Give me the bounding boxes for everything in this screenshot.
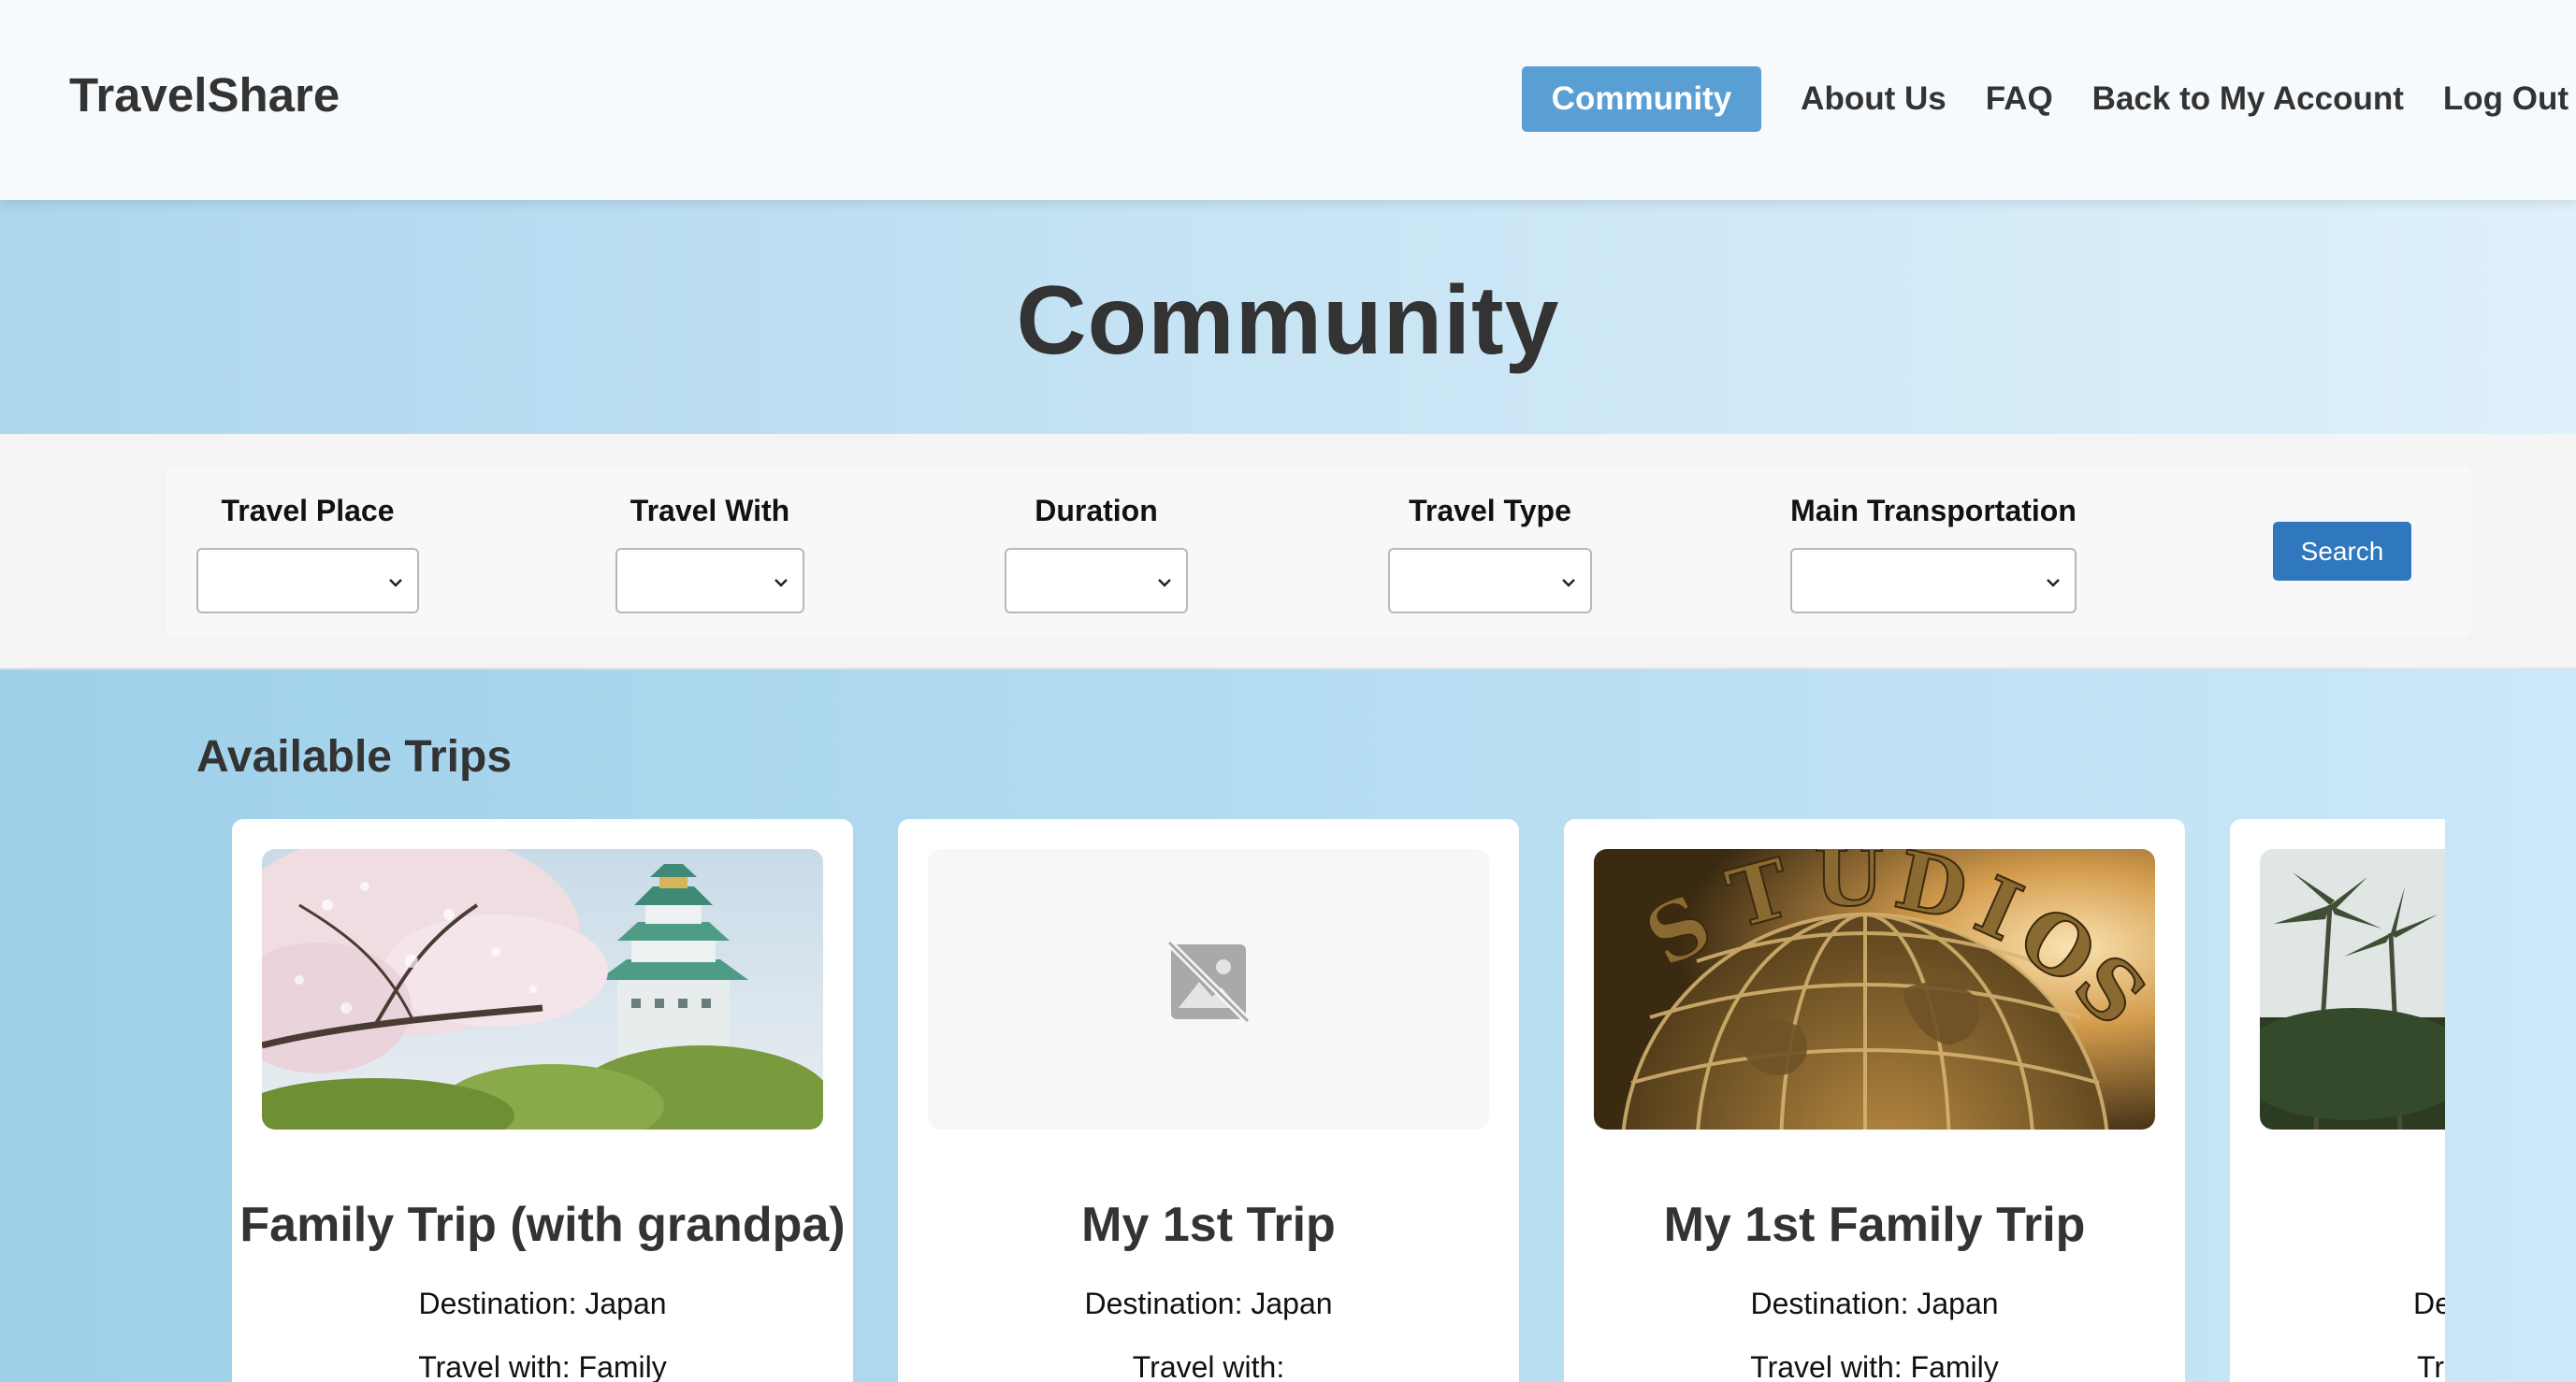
trip-title: Family Trip (with grandpa) bbox=[239, 1198, 846, 1252]
nav-back-to-account[interactable]: Back to My Account bbox=[2092, 80, 2404, 118]
filter-label-duration: Duration bbox=[1035, 494, 1158, 527]
section-title: Available Trips bbox=[196, 732, 513, 782]
search-button[interactable]: Search bbox=[2273, 522, 2411, 581]
filter-label-travel-type: Travel Type bbox=[1409, 494, 1571, 527]
chevron-down-icon bbox=[2047, 579, 2060, 587]
chevron-down-icon bbox=[389, 579, 402, 587]
trip-card[interactable]: Family Trip (with grandpa) Destination: … bbox=[232, 819, 853, 1382]
trip-destination: Destination: Japan bbox=[418, 1287, 667, 1320]
nav-faq[interactable]: FAQ bbox=[1986, 80, 2053, 118]
filter-travel-with: Travel With bbox=[615, 492, 804, 613]
trip-travel-with: Tr bbox=[2417, 1350, 2445, 1382]
filter-main-transportation: Main Transportation bbox=[1790, 492, 2077, 613]
hero-banner: Community bbox=[0, 200, 2576, 434]
duration-select[interactable] bbox=[1005, 548, 1188, 613]
chevron-down-icon bbox=[1158, 579, 1171, 587]
filter-bar: Travel Place Travel With Duration Travel… bbox=[0, 434, 2576, 669]
main-transportation-select[interactable] bbox=[1790, 548, 2077, 613]
image-placeholder bbox=[928, 849, 1489, 1130]
trip-travel-with: Travel with: bbox=[1132, 1350, 1285, 1382]
filter-duration: Duration bbox=[1005, 492, 1188, 613]
trip-image bbox=[928, 849, 1489, 1130]
palm-trees-image bbox=[2260, 849, 2445, 1130]
trip-image bbox=[2260, 849, 2445, 1130]
nav-log-out[interactable]: Log Out bbox=[2443, 80, 2569, 118]
page-title: Community bbox=[1016, 266, 1560, 375]
trip-destination: Destination: Japan bbox=[1750, 1287, 1999, 1320]
filter-panel bbox=[166, 466, 2471, 638]
trip-travel-with: Travel with: Family bbox=[1750, 1350, 1999, 1382]
travel-place-select[interactable] bbox=[196, 548, 419, 613]
trip-image bbox=[262, 849, 823, 1130]
image-placeholder-icon bbox=[1166, 940, 1251, 1024]
trip-image: S T U D I O S bbox=[1594, 849, 2155, 1130]
nav-community[interactable]: Community bbox=[1521, 66, 1762, 132]
chevron-down-icon bbox=[774, 579, 788, 587]
filter-label-travel-with: Travel With bbox=[630, 494, 790, 527]
svg-text:U: U bbox=[1814, 849, 1884, 925]
nav-about-us[interactable]: About Us bbox=[1801, 80, 1946, 118]
trip-title: My 1st Trip bbox=[1081, 1198, 1336, 1252]
trip-cards: Family Trip (with grandpa) Destination: … bbox=[232, 819, 2445, 1382]
filter-label-travel-place: Travel Place bbox=[221, 494, 395, 527]
trip-travel-with: Travel with: Family bbox=[418, 1350, 667, 1382]
main-nav: Community About Us FAQ Back to My Accoun… bbox=[1521, 66, 2576, 132]
trip-card[interactable]: My 1st Trip Destination: Japan Travel wi… bbox=[898, 819, 1519, 1382]
trip-destination: De bbox=[2413, 1287, 2445, 1320]
site-header: TravelShare Community About Us FAQ Back … bbox=[0, 0, 2576, 200]
trip-destination: Destination: Japan bbox=[1084, 1287, 1333, 1320]
trip-title: My 1st Family Trip bbox=[1663, 1198, 2086, 1252]
chevron-down-icon bbox=[1562, 579, 1575, 587]
osaka-castle-image bbox=[262, 849, 823, 1130]
travel-with-select[interactable] bbox=[615, 548, 804, 613]
travel-type-select[interactable] bbox=[1388, 548, 1592, 613]
trip-card[interactable]: De Tr bbox=[2230, 819, 2445, 1382]
filter-travel-type: Travel Type bbox=[1388, 492, 1592, 613]
filter-travel-place: Travel Place bbox=[196, 492, 419, 613]
universal-globe-image: S T U D I O S bbox=[1594, 849, 2155, 1130]
filter-label-main-transportation: Main Transportation bbox=[1790, 494, 2077, 527]
trip-card[interactable]: S T U D I O S My 1st Family Trip Destina… bbox=[1564, 819, 2185, 1382]
available-trips-section: Available Trips Family Trip (with grandp… bbox=[0, 669, 2576, 1382]
brand-logo[interactable]: TravelShare bbox=[69, 67, 340, 122]
